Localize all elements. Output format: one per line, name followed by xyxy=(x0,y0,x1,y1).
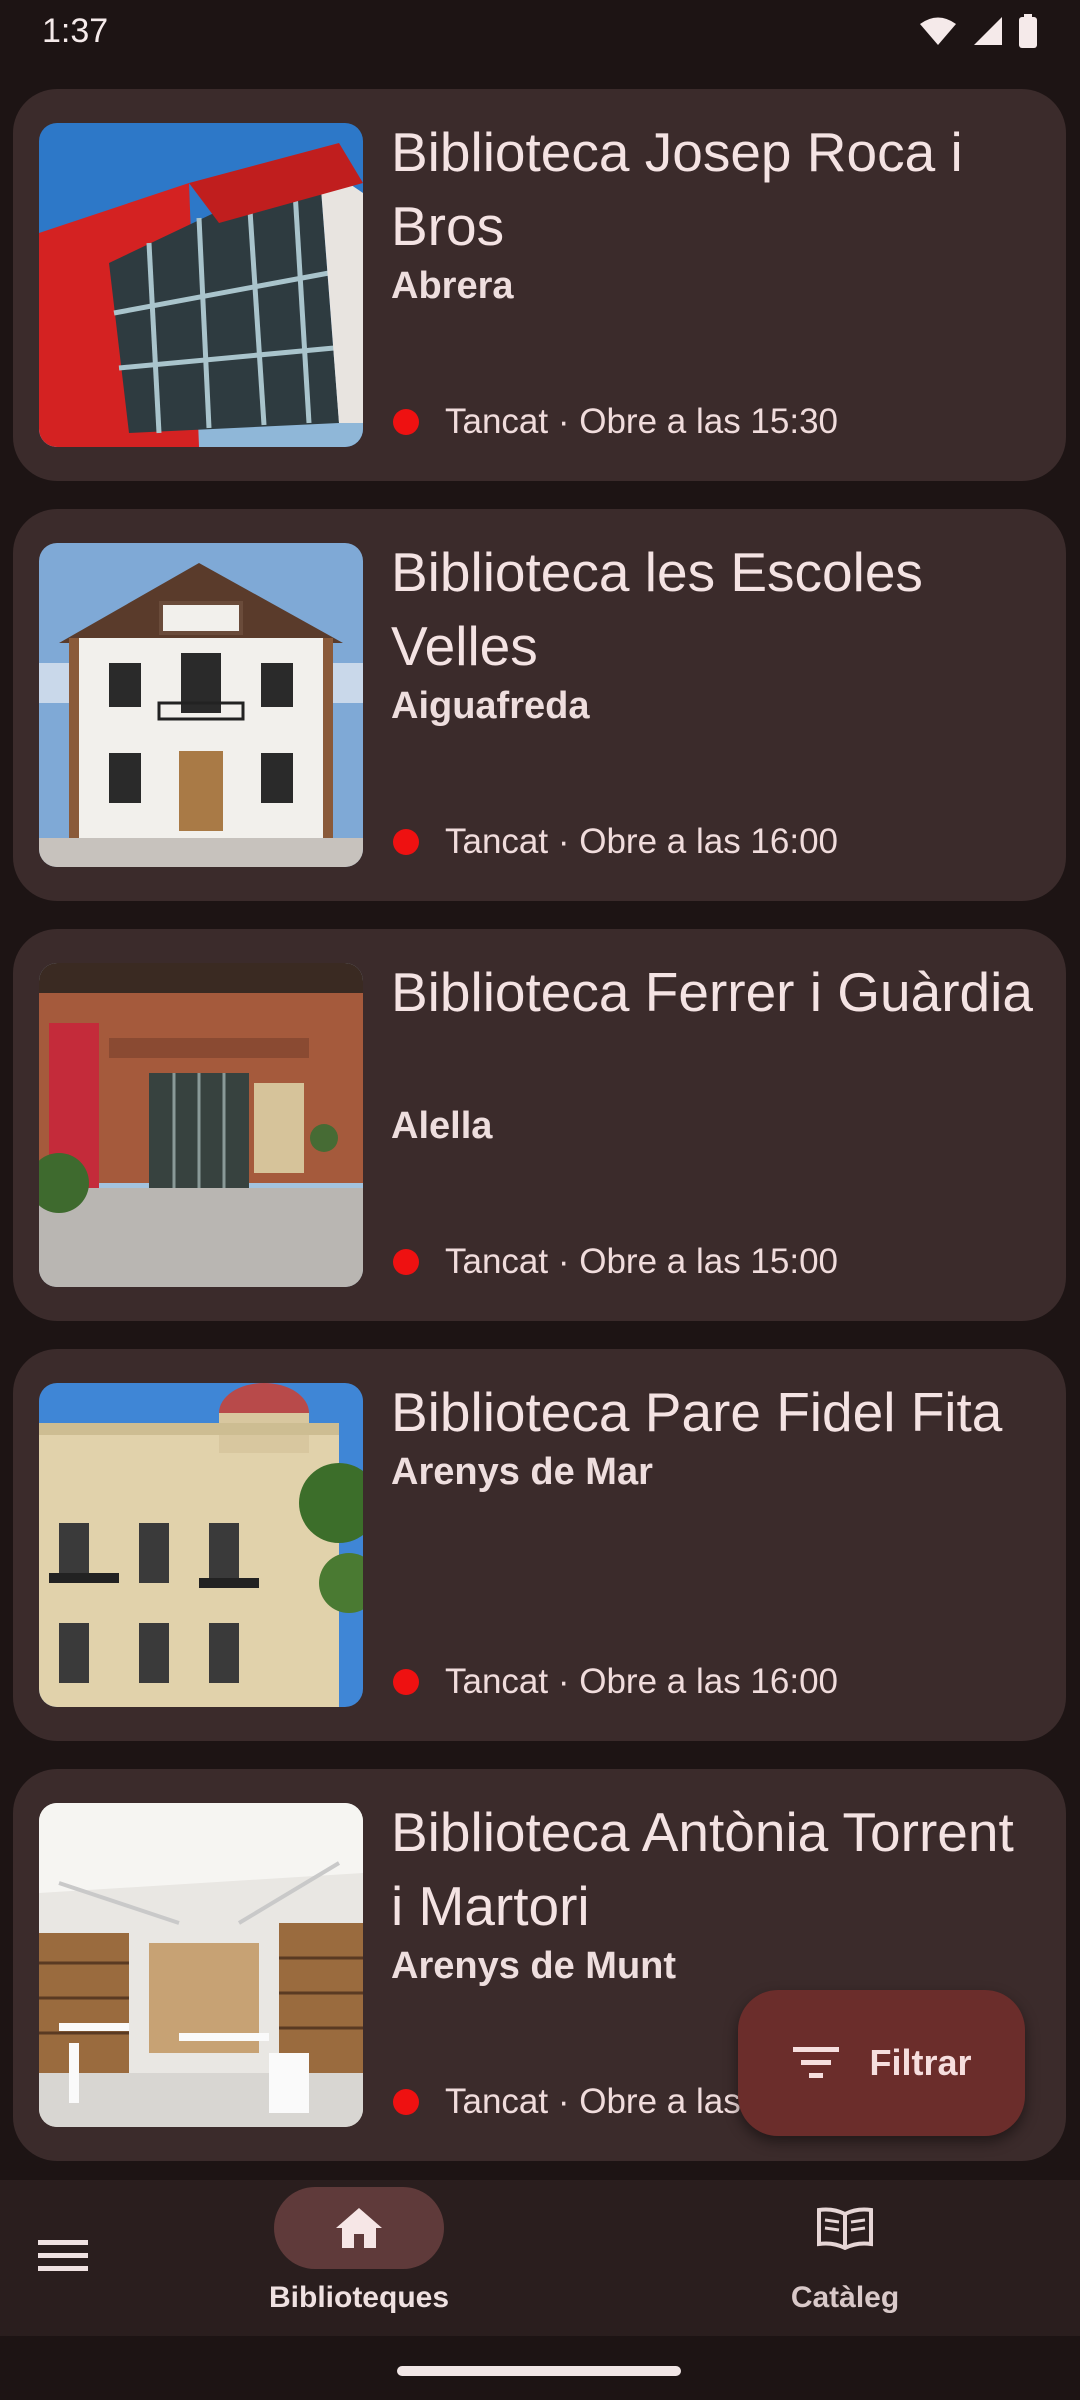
status-bar: 1:37 xyxy=(0,0,1080,62)
filter-button-label: Filtrar xyxy=(869,2042,972,2083)
closed-dot-icon xyxy=(393,409,419,435)
nav-item-cataleg[interactable]: Catàleg xyxy=(760,2180,930,2336)
opening-status-text: Tancat · Obre a las 16:00 xyxy=(445,1662,838,1701)
library-city: Aiguafreda xyxy=(391,685,590,727)
filter-button[interactable]: Filtrar xyxy=(738,1990,1025,2136)
library-city: Abrera xyxy=(391,265,514,307)
opening-status: Tancat · Obre a las 15:00 xyxy=(393,1242,838,1282)
opening-status-text: Tancat · Obre a las 16:00 xyxy=(445,822,838,861)
wifi-icon xyxy=(920,17,956,45)
book-icon xyxy=(817,2207,873,2250)
closed-dot-icon xyxy=(393,829,419,855)
library-photo xyxy=(39,1803,363,2127)
filter-icon xyxy=(793,2047,840,2078)
library-city: Arenys de Munt xyxy=(391,1945,677,1987)
nav-label-biblioteques: Biblioteques xyxy=(269,2281,450,2314)
menu-button[interactable] xyxy=(36,2234,90,2278)
bottom-navigation: Biblioteques Catàleg xyxy=(0,2180,1080,2336)
library-card[interactable]: Biblioteca les Escoles Velles Aiguafreda… xyxy=(13,509,1066,901)
gesture-home-indicator[interactable] xyxy=(397,2366,681,2376)
nav-active-indicator xyxy=(274,2187,444,2269)
library-card[interactable]: Biblioteca Josep Roca i Bros Abrera Tanc… xyxy=(13,89,1066,481)
library-photo xyxy=(39,123,363,447)
nav-icon-wrap xyxy=(760,2187,930,2269)
library-name: Biblioteca Josep Roca i Bros xyxy=(391,121,963,257)
library-list: Biblioteca Josep Roca i Bros Abrera Tanc… xyxy=(13,89,1066,2189)
library-name: Biblioteca Antònia Torrent i Martori xyxy=(391,1801,1014,1937)
closed-dot-icon xyxy=(393,2089,419,2115)
library-photo xyxy=(39,543,363,867)
library-name: Biblioteca les Escoles Velles xyxy=(391,541,923,677)
library-card[interactable]: Biblioteca Pare Fidel Fita Arenys de Mar… xyxy=(13,1349,1066,1741)
menu-icon xyxy=(38,2240,88,2271)
nav-label-cataleg: Catàleg xyxy=(790,2281,900,2314)
nav-item-biblioteques[interactable]: Biblioteques xyxy=(269,2180,449,2336)
home-icon xyxy=(336,2208,382,2248)
status-time: 1:37 xyxy=(42,11,109,50)
opening-status-text: Tancat · Obre a las 15:00 xyxy=(445,1242,838,1281)
opening-status: Tancat · Obre a las 16:00 xyxy=(393,1662,838,1702)
library-name: Biblioteca Pare Fidel Fita xyxy=(391,1381,1003,1443)
status-icons xyxy=(918,14,1038,48)
opening-status: Tancat · Obre a las 15:30 xyxy=(393,402,838,442)
library-name: Biblioteca Ferrer i Guàrdia xyxy=(391,961,1033,1023)
battery-icon xyxy=(1019,14,1037,48)
signal-icon xyxy=(974,17,1002,45)
library-photo xyxy=(39,963,363,1287)
opening-status-text: Tancat · Obre a las 15:30 xyxy=(445,402,838,441)
library-city: Alella xyxy=(391,1105,493,1147)
closed-dot-icon xyxy=(393,1249,419,1275)
opening-status: Tancat · Obre a las 16:00 xyxy=(393,822,838,862)
closed-dot-icon xyxy=(393,1669,419,1695)
library-card[interactable]: Biblioteca Ferrer i Guàrdia Alella Tanca… xyxy=(13,929,1066,1321)
library-city: Arenys de Mar xyxy=(391,1451,653,1493)
library-photo xyxy=(39,1383,363,1707)
